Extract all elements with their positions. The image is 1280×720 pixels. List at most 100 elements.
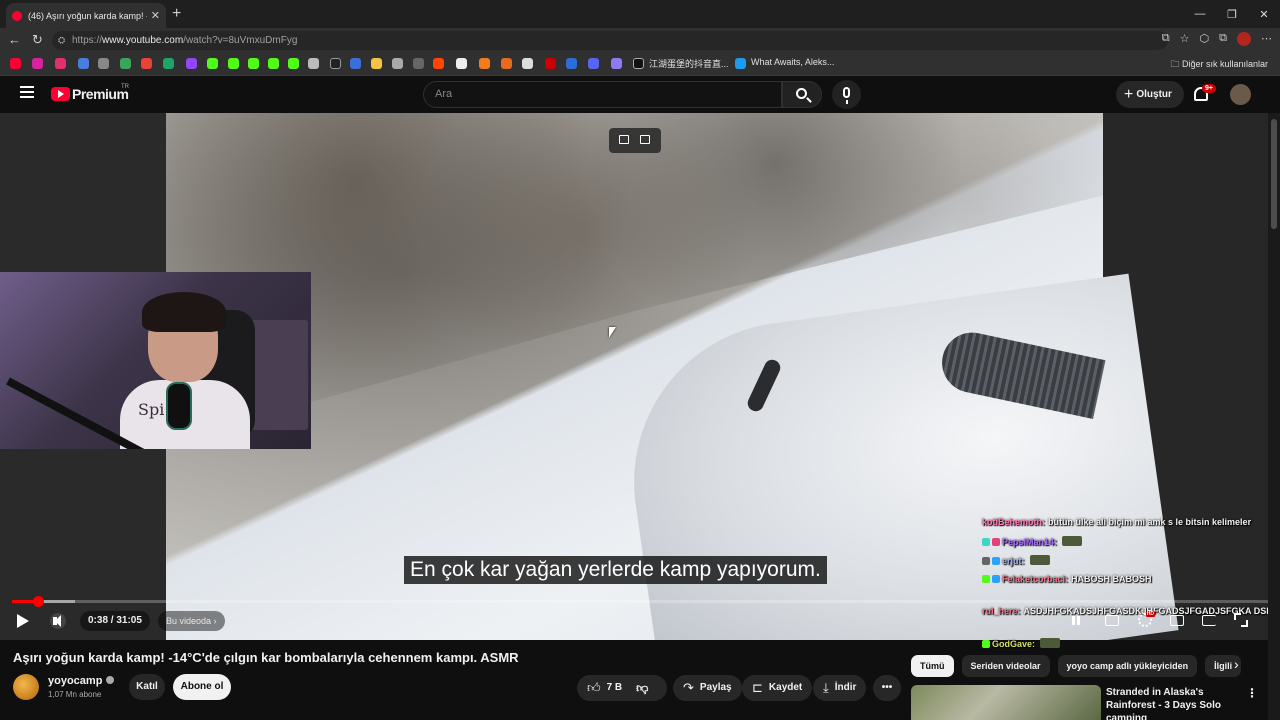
browser-tab-active[interactable]: (46) Aşırı yoğun karda kamp! -14°C ✕ bbox=[6, 3, 166, 28]
new-tab-icon[interactable]: + bbox=[172, 5, 181, 23]
channel-name[interactable]: yoyocamp bbox=[48, 675, 115, 687]
search-input[interactable]: Ara bbox=[423, 81, 782, 108]
chapter-button[interactable]: Bu videoda › bbox=[158, 611, 225, 631]
progress-scrubber[interactable] bbox=[32, 596, 44, 607]
favorite-star-icon[interactable]: ☆ bbox=[1180, 32, 1190, 46]
bookmark-app-icon[interactable] bbox=[371, 58, 382, 69]
play-icon[interactable] bbox=[17, 614, 29, 628]
bookmark-kick-icon[interactable] bbox=[228, 58, 239, 69]
chat-username: erjut: bbox=[1002, 556, 1025, 566]
fullscreen-icon[interactable] bbox=[1234, 613, 1248, 627]
chip-all[interactable]: Tümü bbox=[911, 655, 954, 677]
autoplay-toggle-icon[interactable] bbox=[1069, 613, 1083, 627]
channel-avatar[interactable] bbox=[13, 674, 39, 700]
bookmark-instagram-icon[interactable] bbox=[55, 58, 66, 69]
recommended-video-title[interactable]: Stranded in Alaska's Rainforest - 3 Days… bbox=[1106, 686, 1246, 720]
bookmark-anchor-icon[interactable] bbox=[308, 58, 319, 69]
volume-icon[interactable] bbox=[50, 613, 66, 629]
like-thumb-icon[interactable]: 👍︎ bbox=[587, 675, 601, 701]
bookmark-kick-icon[interactable] bbox=[268, 58, 279, 69]
time-display: 0:38 / 31:05 bbox=[80, 611, 150, 631]
site-info-icon[interactable]: ⛭ bbox=[58, 31, 65, 50]
bookmark-kick-icon[interactable] bbox=[248, 58, 259, 69]
bookmark-tiktok-icon[interactable] bbox=[633, 58, 644, 69]
bookmark-app-icon[interactable] bbox=[501, 58, 512, 69]
bookmark-app-icon[interactable] bbox=[479, 58, 490, 69]
extension-icon[interactable]: ⬡ bbox=[1200, 32, 1210, 46]
settings-gear-icon[interactable]: HD bbox=[1138, 611, 1155, 627]
back-icon[interactable]: ← bbox=[8, 32, 21, 47]
bookmarks-folder[interactable]: 🗀 Diğer sık kullanılanlar bbox=[1170, 57, 1268, 73]
bookmark-gmail-icon[interactable] bbox=[141, 58, 152, 69]
chevron-right-icon[interactable]: › bbox=[1234, 656, 1239, 672]
close-window-icon[interactable]: ✕ bbox=[1248, 0, 1280, 28]
bookmark-twitch-icon[interactable] bbox=[186, 58, 197, 69]
bookmark-apps-icon[interactable] bbox=[120, 58, 131, 69]
bookmark-reddit-icon[interactable] bbox=[433, 58, 444, 69]
youtube-logo-icon[interactable] bbox=[51, 87, 70, 101]
tab-close-icon[interactable]: ✕ bbox=[151, 9, 160, 22]
minimize-icon[interactable]: — bbox=[1184, 0, 1216, 28]
subscribe-button[interactable]: Abone ol bbox=[173, 674, 231, 700]
bookmark-globe-icon[interactable] bbox=[98, 58, 109, 69]
recommended-video-thumbnail[interactable] bbox=[911, 685, 1101, 720]
bookmark-x-icon[interactable] bbox=[330, 58, 341, 69]
menu-icon[interactable] bbox=[20, 86, 34, 98]
share-button[interactable]: ↷ Paylaş bbox=[673, 675, 742, 701]
streamer-webcam: Spi... bbox=[0, 272, 311, 449]
theater-toggle-icon[interactable] bbox=[640, 135, 650, 144]
hd-badge: HD bbox=[1145, 611, 1155, 617]
app-install-icon[interactable]: ⧉ bbox=[1162, 32, 1170, 46]
miniplayer-toggle-icon[interactable] bbox=[619, 135, 629, 144]
bookmark-app-icon[interactable] bbox=[545, 58, 556, 69]
bookmark-app-icon[interactable] bbox=[350, 58, 361, 69]
more-vertical-icon[interactable]: ⋮ bbox=[1246, 686, 1258, 700]
bookmark-app-icon[interactable] bbox=[735, 58, 746, 69]
bookmark-app-icon[interactable] bbox=[588, 58, 599, 69]
bookmark-app-icon[interactable] bbox=[456, 58, 467, 69]
search-button[interactable] bbox=[782, 81, 822, 108]
video-overlay-controls bbox=[609, 128, 661, 153]
bookmark-app-icon[interactable] bbox=[392, 58, 403, 69]
bookmark-kick-icon[interactable] bbox=[207, 58, 218, 69]
bookmark-drive-icon[interactable] bbox=[163, 58, 174, 69]
miniplayer-icon[interactable] bbox=[1170, 615, 1184, 626]
profile-avatar-icon[interactable] bbox=[1237, 32, 1251, 46]
youtube-brand[interactable]: Premium bbox=[72, 86, 129, 102]
collections-icon[interactable]: ⧉ bbox=[1219, 32, 1227, 46]
bookmark-label-1[interactable]: 江湖蛋堡的抖音直... bbox=[649, 57, 729, 70]
bookmark-files-icon[interactable] bbox=[78, 58, 89, 69]
account-avatar[interactable] bbox=[1230, 84, 1251, 105]
bookmark-app-icon[interactable] bbox=[611, 58, 622, 69]
dislike-thumb-icon[interactable]: 👎︎ bbox=[636, 675, 648, 701]
scrollbar-thumb[interactable] bbox=[1271, 119, 1277, 229]
download-button[interactable]: ⤓ İndir bbox=[813, 675, 867, 701]
join-button[interactable]: Katıl bbox=[129, 674, 165, 700]
address-bar[interactable]: ⛭ https://www.youtube.com/watch?v=8uVmxu… bbox=[52, 31, 1168, 50]
bookmark-youtube-icon[interactable] bbox=[10, 58, 21, 69]
url-prefix: https:// bbox=[72, 35, 103, 46]
voice-search-button[interactable] bbox=[832, 80, 861, 109]
chat-emote-icon bbox=[1040, 638, 1061, 648]
video-progress-bar[interactable] bbox=[12, 596, 1268, 607]
cast-icon[interactable] bbox=[1202, 615, 1216, 626]
webcam-microphone bbox=[166, 382, 192, 430]
bookmark-label-2[interactable]: What Awaits, Aleks... bbox=[751, 57, 834, 67]
bookmark-app-icon[interactable] bbox=[566, 58, 577, 69]
chat-message: PepsiMan14: bbox=[982, 536, 1083, 548]
maximize-icon[interactable]: ❐ bbox=[1216, 0, 1248, 28]
create-button[interactable]: + Oluştur bbox=[1116, 81, 1184, 108]
more-actions-button[interactable]: ••• bbox=[873, 675, 901, 701]
bookmark-instagram-icon[interactable] bbox=[32, 58, 43, 69]
chip-series[interactable]: Seriden videolar bbox=[961, 655, 1050, 677]
reload-icon[interactable]: ↻ bbox=[32, 32, 43, 48]
like-count[interactable]: 7 B bbox=[607, 675, 623, 701]
bookmark-app-icon[interactable] bbox=[522, 58, 533, 69]
bookmark-kick-icon[interactable] bbox=[288, 58, 299, 69]
page-scrollbar[interactable] bbox=[1268, 113, 1280, 720]
captions-icon[interactable] bbox=[1105, 615, 1119, 626]
save-button[interactable]: ⊏ Kaydet bbox=[742, 675, 813, 701]
bookmark-app-icon[interactable] bbox=[413, 58, 424, 69]
more-menu-icon[interactable]: ⋯ bbox=[1261, 32, 1272, 46]
chip-uploader[interactable]: yoyo camp adlı yükleyiciden bbox=[1057, 655, 1198, 677]
